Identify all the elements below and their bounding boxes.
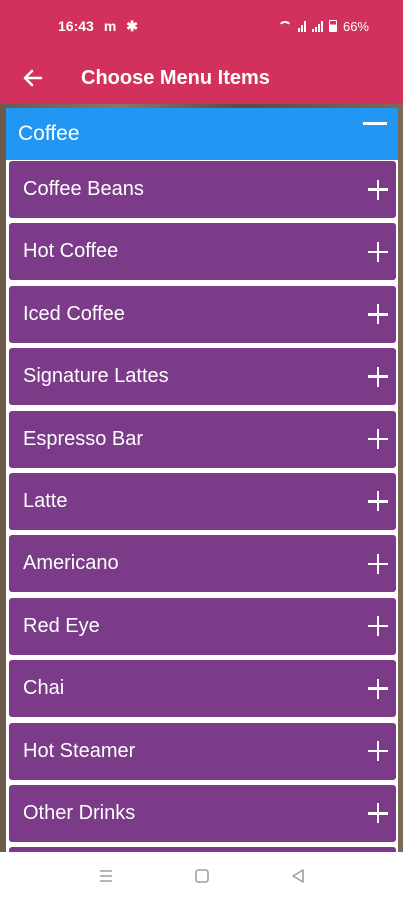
recents-button[interactable]	[96, 866, 116, 886]
app-bar: Choose Menu Items	[0, 52, 403, 104]
menu-item[interactable]: Coffee Beans	[9, 161, 396, 218]
plus-icon[interactable]	[368, 241, 388, 262]
accessibility-icon: ✱	[126, 17, 138, 34]
plus-icon[interactable]	[368, 678, 388, 699]
minus-icon	[363, 122, 387, 125]
menu-item[interactable]: Hot Steamer	[9, 722, 396, 780]
menu-item-list: Coffee Beans Hot Coffee Iced Coffee Sign…	[6, 160, 398, 852]
signal-icon-2	[311, 20, 323, 32]
battery-percent: 66%	[342, 18, 369, 34]
plus-icon[interactable]	[368, 179, 388, 200]
plus-icon[interactable]	[368, 366, 388, 387]
menu-item[interactable]: Red Eye	[9, 597, 396, 655]
status-right: 66%	[277, 18, 369, 34]
plus-icon[interactable]	[368, 304, 388, 325]
menu-item-label: Americano	[23, 552, 119, 575]
category-header[interactable]: Coffee	[6, 108, 398, 160]
menu-item[interactable]: Americano	[9, 535, 396, 593]
menu-item[interactable]: Chai	[9, 660, 396, 718]
status-notification-glyph: m	[103, 18, 117, 34]
menu-item-label: Latte	[23, 489, 68, 512]
menu-item-label: Hot Coffee	[23, 240, 119, 263]
plus-icon[interactable]	[368, 429, 388, 450]
plus-icon[interactable]	[368, 616, 388, 637]
category-panel: Coffee Coffee Beans Hot Coffee Iced Coff…	[6, 108, 398, 852]
arrow-left-icon	[23, 69, 43, 87]
status-time: 16:43	[58, 18, 94, 34]
menu-item-label: Signature Lattes	[23, 365, 169, 388]
menu-lines-icon	[99, 870, 112, 882]
menu-item[interactable]: Hot Coffee	[9, 223, 396, 281]
menu-item[interactable]: Iced Coffee	[9, 285, 396, 343]
back-nav-button[interactable]	[288, 866, 308, 886]
system-nav-bar	[0, 852, 403, 900]
wifi-icon	[277, 21, 292, 31]
menu-item[interactable]: Other Drinks	[9, 784, 396, 842]
menu-item[interactable]: Espresso Bar	[9, 410, 396, 468]
menu-item-label: Chai	[23, 677, 65, 700]
signal-icon	[297, 20, 306, 32]
square-icon	[194, 869, 209, 883]
plus-icon[interactable]	[368, 741, 388, 762]
plus-icon[interactable]	[368, 553, 388, 574]
menu-item-label: Iced Coffee	[23, 302, 125, 325]
menu-item-label: Red Eye	[23, 614, 100, 637]
menu-item[interactable]: Signature Lattes	[9, 348, 396, 406]
menu-item[interactable]: Latte	[9, 472, 396, 530]
menu-item-label: Coffee Beans	[23, 178, 144, 200]
menu-item-label: Espresso Bar	[23, 427, 144, 450]
page-title: Choose Menu Items	[81, 66, 270, 89]
collapse-button[interactable]	[362, 116, 388, 136]
battery-icon	[328, 20, 337, 32]
plus-icon[interactable]	[368, 491, 388, 512]
category-label: Coffee	[18, 122, 80, 145]
status-left: 16:43 m ✱	[58, 18, 138, 35]
menu-item-label: Hot Steamer	[23, 739, 136, 762]
back-button[interactable]	[2, 56, 62, 100]
status-bar: 16:43 m ✱ 66%	[0, 0, 403, 52]
plus-icon[interactable]	[368, 803, 388, 824]
home-button[interactable]	[192, 866, 212, 886]
triangle-back-icon	[291, 869, 304, 883]
menu-item-label: Other Drinks	[23, 801, 136, 824]
